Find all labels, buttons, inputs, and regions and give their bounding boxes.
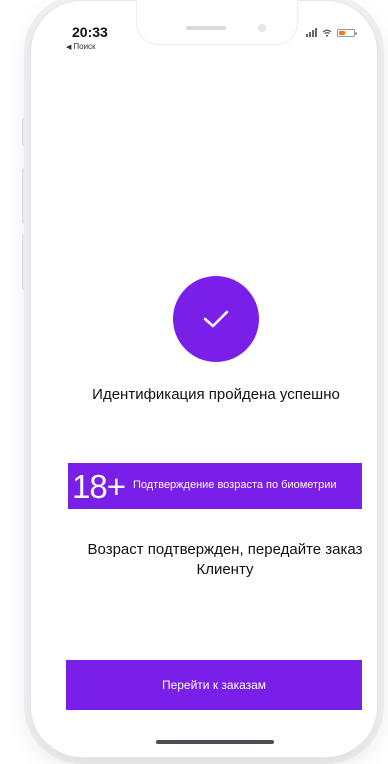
status-time: 20:33 [72,24,108,40]
front-camera [258,24,266,32]
phone-notch [136,0,298,45]
home-indicator[interactable] [156,740,274,744]
go-to-orders-button[interactable]: Перейти к заказам [66,660,362,710]
speaker-grille [186,26,226,30]
status-icons [306,28,357,37]
back-to-search-link[interactable]: ◀ Поиск [66,42,96,51]
screen: 20:33 ◀ Поиск Идентификация пройдена успе… [0,0,388,764]
success-badge [173,276,259,362]
phone-frame [30,0,378,758]
success-title: Идентификация пройдена успешно [92,386,340,403]
handover-message: Возраст подтвержден, передайте заказ Кли… [87,541,363,578]
wifi-icon [322,29,332,37]
checkmark-icon [203,310,229,328]
age-verification-banner: 18+ Подтверждение возраста по биометрии [68,463,362,509]
back-to-search-label: Поиск [73,42,96,51]
age-badge: 18+ [72,467,126,505]
battery-icon [337,28,357,37]
back-arrow-icon: ◀ [66,44,72,51]
signal-icon [306,28,317,37]
age-verification-text: Подтверждение возраста по биометрии [132,479,337,492]
